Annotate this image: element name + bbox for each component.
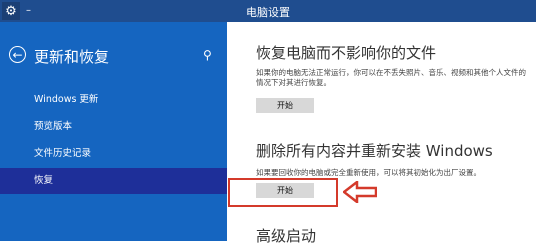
section-description-refresh: 如果你的电脑无法正常运行，你可以在不丢失照片、音乐、视频和其他个人文件的情况下对… [256,68,526,87]
window-title: 电脑设置 [246,6,290,19]
sidebar-item-windows-update[interactable]: Windows 更新 [0,87,227,113]
search-icon[interactable]: ⚲ [203,48,212,62]
refresh-start-button[interactable]: 开始 [256,98,314,113]
sidebar-item-label: 恢复 [34,175,54,186]
sidebar-heading: 更新和恢复 [34,48,110,66]
sidebar: ← 更新和恢复 ⚲ Windows 更新 预览版本 文件历史记录 恢复 [0,22,227,241]
back-arrow-icon[interactable]: ← [9,46,26,63]
section-title-reset: 删除所有内容并重新安装 Windows [256,142,493,160]
sidebar-item-recovery[interactable]: 恢复 [0,168,227,194]
sidebar-item-label: 预览版本 [34,121,73,132]
section-description-reset: 如果要回收你的电脑或完全重新使用，可以将其初始化为出厂设置。 [256,168,481,177]
sidebar-item-label: Windows 更新 [34,94,99,105]
section-title-advanced-startup: 高级启动 [256,227,317,245]
title-bar: ⚙ – 电脑设置 [0,0,536,22]
pointer-arrow-icon [343,181,377,203]
section-title-refresh: 恢复电脑而不影响你的文件 [256,44,437,62]
sidebar-item-file-history[interactable]: 文件历史记录 [0,141,227,167]
highlight-box [228,178,338,207]
sidebar-item-preview[interactable]: 预览版本 [0,114,227,140]
sidebar-item-label: 文件历史记录 [34,148,92,159]
main-content: 恢复电脑而不影响你的文件 如果你的电脑无法正常运行，你可以在不丢失照片、音乐、视… [227,22,536,245]
